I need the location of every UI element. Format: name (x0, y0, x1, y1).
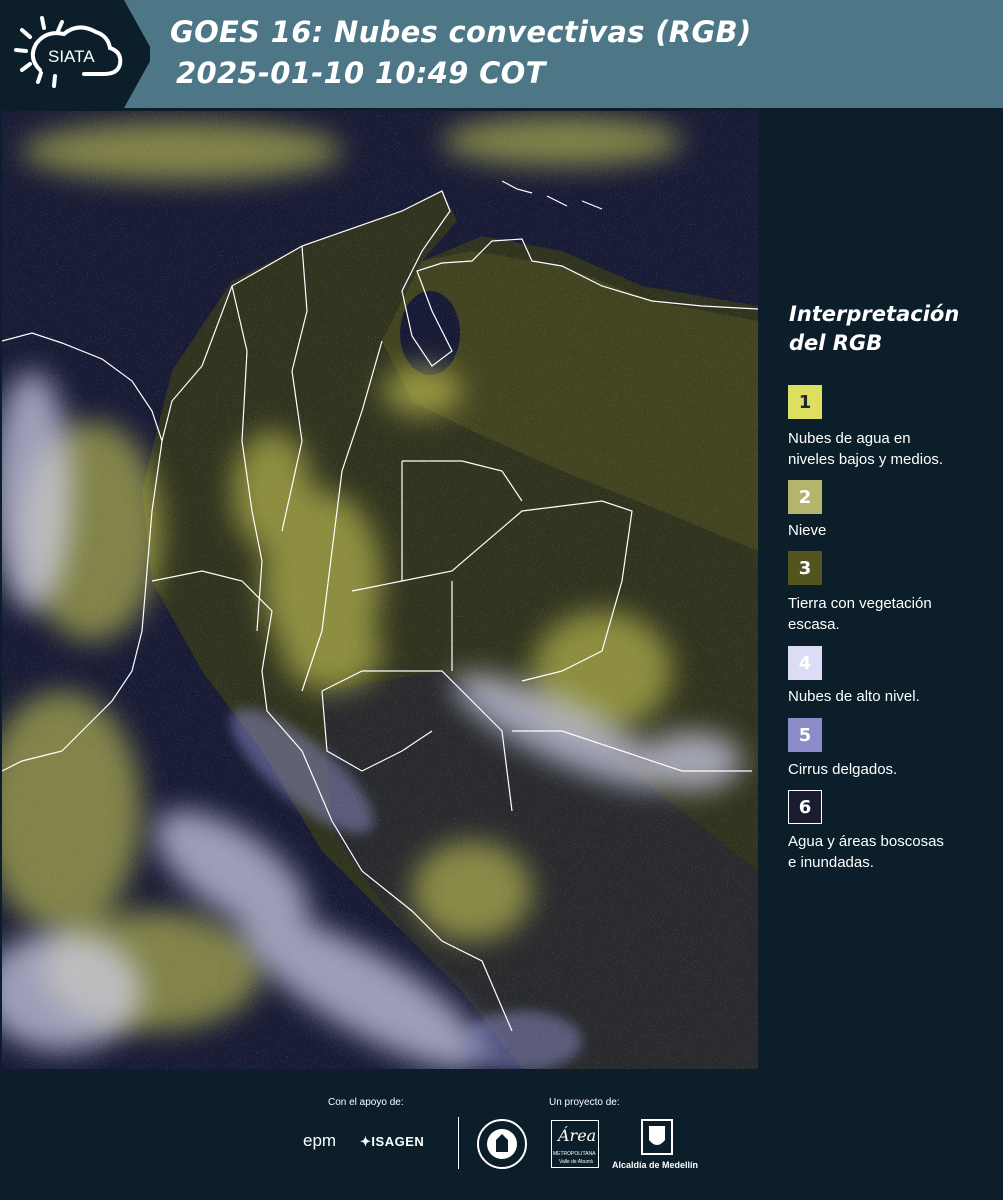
legend-text-5-line-1: Cirrus delgados. (788, 761, 898, 778)
legend-text-1: Nubes de agua en niveles bajos y medios. (788, 428, 998, 470)
legend-title: Interpretación del RGB (789, 300, 999, 358)
legend-swatch-4: 4 (788, 646, 822, 680)
legend-panel: Interpretación del RGB 1 Nubes de agua e… (760, 110, 1003, 1068)
legend-text-1-line-1: Nubes de agua en (788, 430, 911, 447)
legend-text-1-line-2: niveles bajos y medios. (788, 451, 944, 468)
support-label: Con el apoyo de: (328, 1097, 404, 1108)
legend-text-3-line-1: Tierra con vegetación (788, 595, 932, 612)
footer-divider (458, 1117, 459, 1169)
isagen-star-icon: ✦ (360, 1134, 372, 1149)
epm-logo: epm (303, 1131, 337, 1150)
legend-swatch-3: 3 (788, 551, 822, 585)
legend-text-5: Cirrus delgados. (788, 759, 998, 780)
legend-text-3-line-2: escasa. (788, 616, 840, 633)
isagen-logo: ✦ISAGEN (360, 1134, 424, 1150)
area-metropolitana-logo: Área METROPOLITANA Valle de Aburrá (551, 1120, 599, 1168)
legend-text-6-line-1: Agua y áreas boscosas (788, 833, 944, 850)
legend-text-2-line-1: Nieve (788, 522, 827, 539)
legend-swatch-1: 1 (788, 385, 822, 419)
legend-swatch-2: 2 (788, 480, 822, 514)
legend-text-6: Agua y áreas boscosas e inundadas. (788, 831, 998, 873)
area-logo-line-1: METROPOLITANA (553, 1151, 596, 1157)
siata-logo: SIATA (0, 0, 150, 108)
legend-text-6-line-2: e inundadas. (788, 854, 874, 871)
siata-logo-icon: SIATA (14, 16, 123, 88)
footer-sponsors: Con el apoyo de: Un proyecto de: epm ✦IS… (0, 1070, 1003, 1200)
satellite-image (2, 111, 758, 1069)
legend-text-2: Nieve (788, 520, 998, 541)
legend-text-4-line-1: Nubes de alto nivel. (788, 688, 920, 705)
alcaldia-shield-icon (641, 1119, 673, 1155)
alcaldia-logo-text: Alcaldía de Medellín (612, 1160, 699, 1170)
legend-swatch-5: 5 (788, 718, 822, 752)
project-label: Un proyecto de: (549, 1097, 620, 1108)
rgb-composite-map (2, 111, 758, 1069)
medellin-seal-icon (477, 1119, 527, 1169)
legend-swatch-6: 6 (788, 790, 822, 824)
legend-text-3: Tierra con vegetación escasa. (788, 593, 998, 635)
area-logo-line-2: Valle de Aburrá (559, 1159, 593, 1165)
legend-title-line-1: Interpretación (789, 302, 960, 326)
siata-logo-text: SIATA (48, 47, 95, 66)
title-line-1: GOES 16: Nubes convectivas (RGB) (170, 15, 752, 49)
legend-text-4: Nubes de alto nivel. (788, 686, 998, 707)
area-logo-main: Área (558, 1126, 597, 1145)
title-line-2: 2025-01-10 10:49 COT (176, 56, 546, 90)
header-bar: SIATA GOES 16: Nubes convectivas (RGB) 2… (0, 0, 1003, 108)
legend-title-line-2: del RGB (789, 331, 883, 355)
isagen-logo-text: ISAGEN (371, 1134, 425, 1149)
